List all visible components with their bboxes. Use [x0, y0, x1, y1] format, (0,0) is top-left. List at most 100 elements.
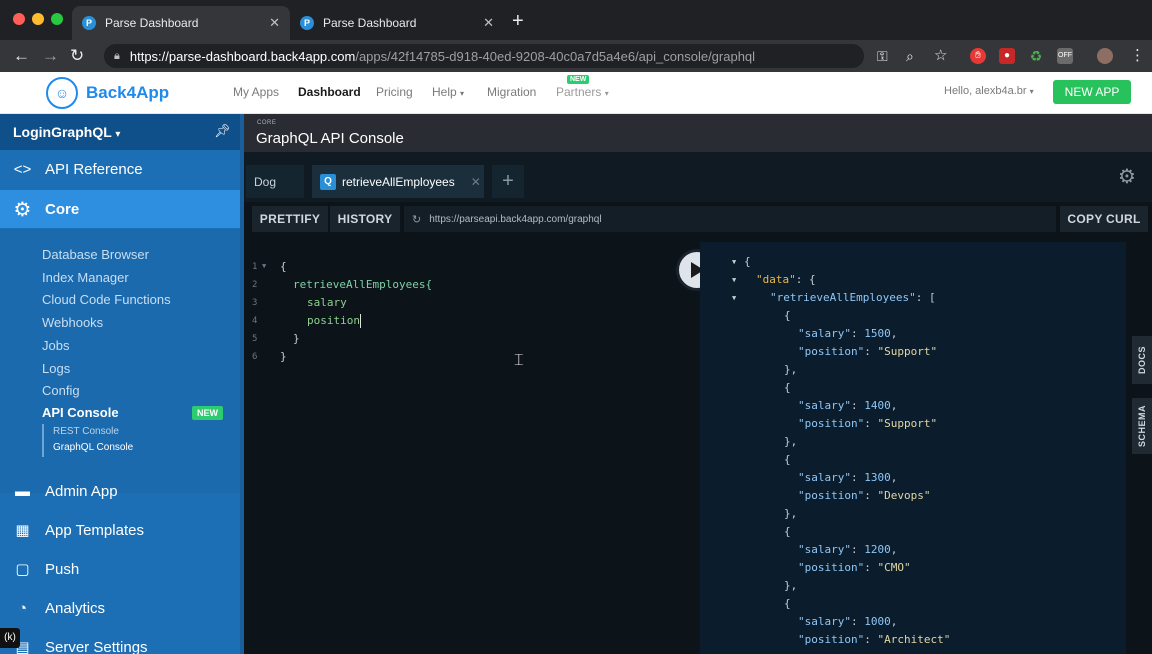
parse-favicon-icon: P [300, 16, 314, 30]
address-bar[interactable]: 🔒︎ https://parse-dashboard.back4app.com /… [104, 44, 864, 68]
extension-record-icon[interactable]: ● [999, 48, 1015, 64]
result-line: "data": { [756, 273, 816, 286]
profile-avatar[interactable] [1097, 48, 1113, 64]
tab-retrieve-all-employees[interactable]: Q retrieveAllEmployees ✕ [312, 165, 484, 198]
sidebar-item-app-templates[interactable]: ▦ App Templates [0, 511, 240, 549]
browser-tab-title: Parse Dashboard [105, 16, 199, 30]
chevron-down-icon: ▾ [460, 89, 465, 98]
sidebar-item-rest-console[interactable]: REST Console [53, 426, 119, 437]
fold-arrow-icon[interactable]: ▼ [262, 262, 280, 270]
templates-icon: ▦ [15, 522, 30, 539]
maximize-window-button[interactable] [51, 13, 63, 25]
app-selector[interactable]: LoginGraphQL ▾ 📌︎ [0, 114, 244, 150]
sidebar-item-config[interactable]: Config [42, 383, 80, 398]
result-line: }, [784, 507, 798, 520]
sidebar-item-core[interactable]: ⚙ Core [0, 190, 240, 228]
history-button[interactable]: HISTORY [330, 206, 400, 232]
extension-stop-icon[interactable]: ✋︎ [970, 48, 986, 64]
docs-tab[interactable]: DOCS [1132, 336, 1152, 384]
copy-curl-button[interactable]: COPY CURL [1060, 206, 1148, 232]
sidebar-item-api-reference[interactable]: <> API Reference [0, 150, 240, 188]
line-number: 5 [252, 334, 258, 344]
close-tab-icon[interactable]: ✕ [471, 175, 481, 189]
browser-tab-inactive[interactable]: P Parse Dashboard ✕ [290, 6, 504, 40]
sidebar-item-logs[interactable]: Logs [42, 361, 70, 376]
sidebar-item-push[interactable]: ▢ Push [0, 550, 240, 588]
nav-help[interactable]: Help ▾ [432, 85, 464, 99]
sidebar-item-server-settings[interactable]: ▤ Server Settings [0, 628, 240, 654]
close-tab-icon[interactable]: ✕ [269, 15, 280, 31]
reload-icon[interactable]: ↻ [70, 46, 84, 66]
schema-tab[interactable]: SCHEMA [1132, 398, 1152, 454]
result-line: }, [784, 435, 798, 448]
endpoint-url: https://parseapi.back4app.com/graphql [429, 213, 602, 225]
sidebar-item-graphql-console[interactable]: GraphQL Console [53, 442, 133, 453]
pin-icon[interactable]: 📌︎ [214, 123, 231, 139]
sidebar-item-jobs[interactable]: Jobs [42, 338, 69, 353]
bookmark-star-icon[interactable]: ☆ [934, 46, 947, 66]
browser-menu-icon[interactable]: ⋮ [1130, 46, 1145, 66]
user-menu[interactable]: Hello, alexb4a.br ▾ [944, 85, 1034, 97]
nav-pricing[interactable]: Pricing [376, 85, 413, 99]
code-line: { [280, 260, 287, 273]
refresh-icon[interactable]: ↻ [412, 213, 421, 226]
line-number: 2 [252, 280, 258, 290]
sidebar-item-index-manager[interactable]: Index Manager [42, 270, 129, 285]
parse-favicon-icon: P [82, 16, 96, 30]
close-tab-icon[interactable]: ✕ [483, 15, 494, 31]
result-line: }, [784, 579, 798, 592]
section-header: CORE GraphQL API Console [244, 114, 1152, 152]
extension-recycle-icon[interactable]: ♻ [1028, 48, 1044, 64]
result-line: "position": "Architect" [798, 633, 951, 646]
code-line: retrieveAllEmployees{ [293, 278, 433, 291]
nav-partners[interactable]: Partners ▾ [556, 85, 609, 99]
tab-dog[interactable]: Dog [246, 165, 304, 198]
sidebar-item-database-browser[interactable]: Database Browser [42, 247, 149, 262]
url-path: /apps/42f14785-d918-40ed-9208-40c0a7d5a4… [355, 48, 756, 64]
nav-migration[interactable]: Migration [487, 85, 536, 99]
close-window-button[interactable] [13, 13, 25, 25]
endpoint-field[interactable]: ↻ https://parseapi.back4app.com/graphql [404, 206, 1056, 232]
forward-arrow-icon[interactable]: → [42, 46, 59, 66]
prettify-button[interactable]: PRETTIFY [252, 206, 328, 232]
chevron-down-icon: ▾ [604, 89, 609, 98]
code-line: position [307, 314, 360, 327]
add-tab-icon[interactable]: + [492, 165, 524, 198]
sidebar-item-admin-app[interactable]: ▬ Admin App [0, 472, 240, 510]
analytics-icon: ◔ [17, 599, 28, 617]
zoom-icon[interactable]: ⌕ [906, 46, 914, 66]
gear-icon[interactable]: ⚙ [1118, 164, 1136, 189]
admin-icon: ▬ [15, 482, 30, 500]
brand-name: Back4App [86, 83, 170, 102]
line-number: 6 [252, 352, 258, 362]
nav-dashboard[interactable]: Dashboard [298, 85, 361, 99]
result-line: "position": "Devops" [798, 489, 931, 502]
browser-tab-active[interactable]: P Parse Dashboard ✕ [72, 6, 290, 40]
new-app-button[interactable]: NEW APP [1053, 80, 1131, 104]
overlay-label: (k) [0, 628, 20, 648]
chevron-down-icon: ▾ [1029, 87, 1034, 96]
result-line: "position": "Support" [798, 345, 938, 358]
fold-arrow-icon[interactable]: ▼ [732, 276, 736, 284]
extension-off-icon[interactable]: OFF [1057, 48, 1073, 64]
back-arrow-icon[interactable]: ← [13, 46, 30, 66]
back4app-logo[interactable]: ☺ Back4App [46, 77, 169, 109]
sidebar-item-api-console[interactable]: API Console [42, 405, 119, 420]
result-line: "salary": 1300, [798, 471, 898, 484]
minimize-window-button[interactable] [32, 13, 44, 25]
sidebar-item-webhooks[interactable]: Webhooks [42, 315, 103, 330]
result-line: "retrieveAllEmployees": [ [770, 291, 936, 304]
code-line: } [293, 332, 300, 345]
fold-arrow-icon[interactable]: ▼ [732, 258, 736, 266]
code-line: } [280, 350, 287, 363]
sidebar-item-analytics[interactable]: ◔ Analytics [0, 589, 240, 627]
query-editor[interactable]: 1 2 3 4 5 6 ▼ { retrieveAllEmployees{ sa… [244, 242, 698, 654]
nav-my-apps[interactable]: My Apps [233, 85, 279, 99]
core-submenu [0, 229, 240, 493]
sidebar-item-cloud-code-functions[interactable]: Cloud Code Functions [42, 292, 171, 307]
new-tab-icon[interactable]: + [512, 11, 524, 31]
fold-arrow-icon[interactable]: ▼ [732, 294, 736, 302]
result-line: "salary": 1200, [798, 543, 898, 556]
result-line: { [784, 309, 791, 322]
key-icon[interactable]: ⚿ [877, 46, 888, 66]
